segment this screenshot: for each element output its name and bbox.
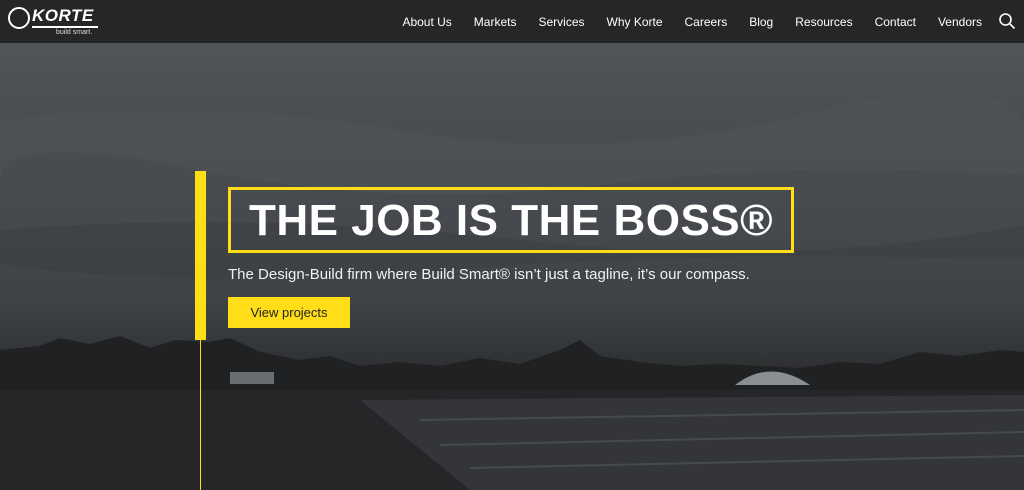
hero-subheadline: The Design-Build firm where Build Smart®… xyxy=(228,266,750,283)
nav-resources[interactable]: Resources xyxy=(795,15,852,29)
korte-logo[interactable]: KORTE build smart. xyxy=(8,5,104,37)
accent-bar xyxy=(195,171,206,340)
logo-wordmark: KORTE xyxy=(32,6,94,25)
logo-mark-icon xyxy=(8,7,30,29)
top-navigation-bar: KORTE build smart. About Us Markets Serv… xyxy=(0,0,1024,43)
hero-headline: THE JOB IS THE BOSS® xyxy=(249,196,774,245)
nav-why-korte[interactable]: Why Korte xyxy=(607,15,663,29)
headline-frame: THE JOB IS THE BOSS® xyxy=(228,187,794,253)
logo-underline xyxy=(32,26,98,28)
nav-vendors[interactable]: Vendors xyxy=(938,15,982,29)
nav-blog[interactable]: Blog xyxy=(749,15,773,29)
nav-services[interactable]: Services xyxy=(538,15,584,29)
main-nav: About Us Markets Services Why Korte Care… xyxy=(380,0,982,43)
nav-about-us[interactable]: About Us xyxy=(402,15,451,29)
search-icon[interactable] xyxy=(998,12,1016,30)
nav-contact[interactable]: Contact xyxy=(875,15,916,29)
view-projects-button[interactable]: View projects xyxy=(228,297,350,328)
nav-markets[interactable]: Markets xyxy=(474,15,517,29)
logo-tagline: build smart. xyxy=(56,29,93,36)
accent-line xyxy=(200,340,201,490)
nav-careers[interactable]: Careers xyxy=(685,15,728,29)
